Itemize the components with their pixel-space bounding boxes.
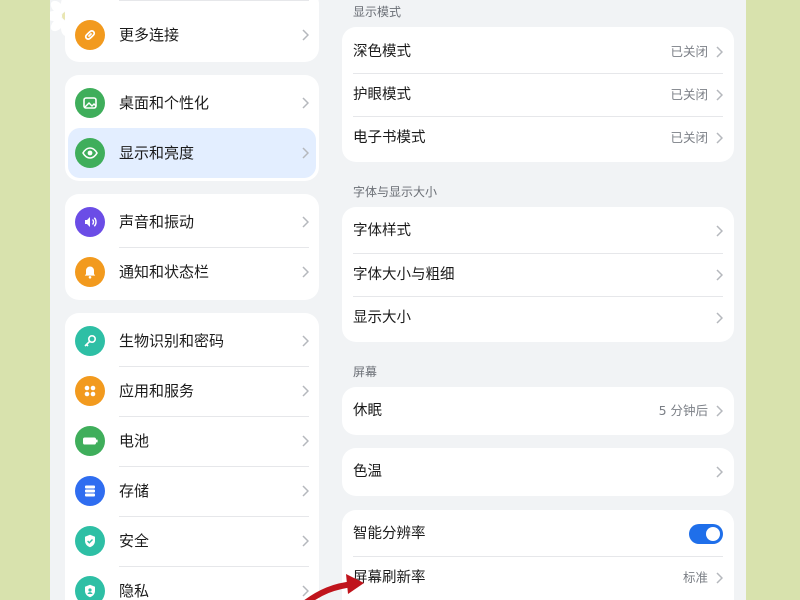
chevron-right-icon [302,97,309,109]
dark-mode-row[interactable]: 深色模式 已关闭 [342,30,734,74]
sidebar-item-label: 应用和服务 [119,382,195,400]
sleep-row[interactable]: 休眠 5 分钟后 [342,389,734,433]
section-title-screen: 屏幕 [353,365,378,379]
smart-resolution-row: 智能分辨率 [342,512,734,556]
battery-icon [75,426,105,456]
sleep-card: 休眠 5 分钟后 [342,387,734,435]
sidebar-item-desktop-personalization[interactable]: 桌面和个性化 [65,78,319,128]
chevron-right-icon [716,89,723,101]
font-size-card: 字体样式 字体大小与粗细 显示大小 [342,207,734,342]
display-mode-card: 深色模式 已关闭 护眼模式 已关闭 电子书模式 已关闭 [342,27,734,162]
sidebar-card-connect: 更多连接 [65,0,319,62]
divider [119,0,309,1]
sidebar-item-label: 通知和状态栏 [119,263,210,281]
chevron-right-icon [302,435,309,447]
sidebar-item-label: 桌面和个性化 [119,94,210,112]
sidebar-card-system: 生物识别和密码 应用和服务 电池 存储 安全 隐私 [65,313,319,600]
font-size-weight-row[interactable]: 字体大小与粗细 [342,253,734,297]
section-title-font-size: 字体与显示大小 [353,185,438,199]
row-label: 电子书模式 [353,130,426,146]
row-label: 休眠 [353,403,382,419]
chevron-right-icon [716,46,723,58]
row-label: 深色模式 [353,44,411,60]
sidebar-item-notifications[interactable]: 通知和状态栏 [65,247,319,297]
link-icon [75,20,105,50]
row-label: 护眼模式 [353,87,411,103]
color-temperature-row[interactable]: 色温 [342,450,734,494]
bell-icon [75,257,105,287]
sidebar-item-label: 隐私 [119,582,150,600]
apps-icon [75,376,105,406]
sidebar-item-storage[interactable]: 存储 [65,466,319,516]
row-label: 字体样式 [353,223,411,239]
sidebar-item-label: 显示和亮度 [119,144,195,162]
sidebar-card-display: 桌面和个性化 显示和亮度 [65,75,319,181]
chevron-right-icon [716,132,723,144]
row-label: 显示大小 [353,310,411,326]
privacy-icon [75,576,105,600]
sidebar-item-battery[interactable]: 电池 [65,416,319,466]
eye-icon [75,138,105,168]
chevron-right-icon [302,29,309,41]
color-temperature-card: 色温 [342,448,734,496]
chevron-right-icon [302,385,309,397]
resolution-refresh-card: 智能分辨率 屏幕刷新率 标准 [342,510,734,600]
chevron-right-icon [716,466,723,478]
sidebar-item-privacy[interactable]: 隐私 [65,566,319,600]
chevron-right-icon [302,147,309,159]
eye-comfort-row[interactable]: 护眼模式 已关闭 [342,73,734,117]
chevron-right-icon [302,485,309,497]
chevron-right-icon [302,266,309,278]
sidebar-item-label: 声音和振动 [119,213,195,231]
ebook-mode-row[interactable]: 电子书模式 已关闭 [342,116,734,160]
chevron-right-icon [716,572,723,584]
key-icon [75,326,105,356]
chevron-right-icon [716,312,723,324]
font-style-row[interactable]: 字体样式 [342,209,734,253]
chevron-right-icon [716,225,723,237]
row-label: 智能分辨率 [353,526,426,542]
row-value: 已关闭 [670,130,708,145]
chevron-right-icon [302,335,309,347]
row-value: 已关闭 [670,44,708,59]
sidebar-item-more-connections[interactable]: 更多连接 [65,10,319,60]
sidebar-item-apps-services[interactable]: 应用和服务 [65,366,319,416]
sidebar-item-label: 安全 [119,532,150,550]
refresh-rate-row[interactable]: 屏幕刷新率 标准 [342,556,734,600]
sidebar-item-label: 更多连接 [119,26,180,44]
chevron-right-icon [302,216,309,228]
sidebar-item-biometrics-password[interactable]: 生物识别和密码 [65,316,319,366]
chevron-right-icon [716,269,723,281]
toggle-knob [706,527,720,541]
chevron-right-icon [302,535,309,547]
sidebar-item-display-brightness[interactable]: 显示和亮度 [68,128,316,178]
row-value: 已关闭 [670,87,708,102]
sidebar-item-label: 存储 [119,482,150,500]
storage-icon [75,476,105,506]
sidebar-item-label: 电池 [119,432,150,450]
row-value: 5 分钟后 [658,403,708,418]
annotation-arrow-icon [304,574,364,600]
shield-icon [75,526,105,556]
section-title-display-mode: 显示模式 [353,5,402,19]
chevron-right-icon [716,405,723,417]
sidebar-item-label: 生物识别和密码 [119,332,225,350]
row-value: 标准 [682,570,708,585]
speaker-icon [75,207,105,237]
settings-window: 更多连接 桌面和个性化 显示和亮度 声音和振动 通知和状态栏 生物识别和密码 应… [50,0,746,600]
row-label: 字体大小与粗细 [353,267,455,283]
sidebar-item-security[interactable]: 安全 [65,516,319,566]
row-label: 色温 [353,464,382,480]
display-size-row[interactable]: 显示大小 [342,296,734,340]
sidebar-item-sound-vibration[interactable]: 声音和振动 [65,197,319,247]
smart-resolution-toggle[interactable] [689,524,723,544]
image-icon [75,88,105,118]
sidebar-card-sound: 声音和振动 通知和状态栏 [65,194,319,300]
